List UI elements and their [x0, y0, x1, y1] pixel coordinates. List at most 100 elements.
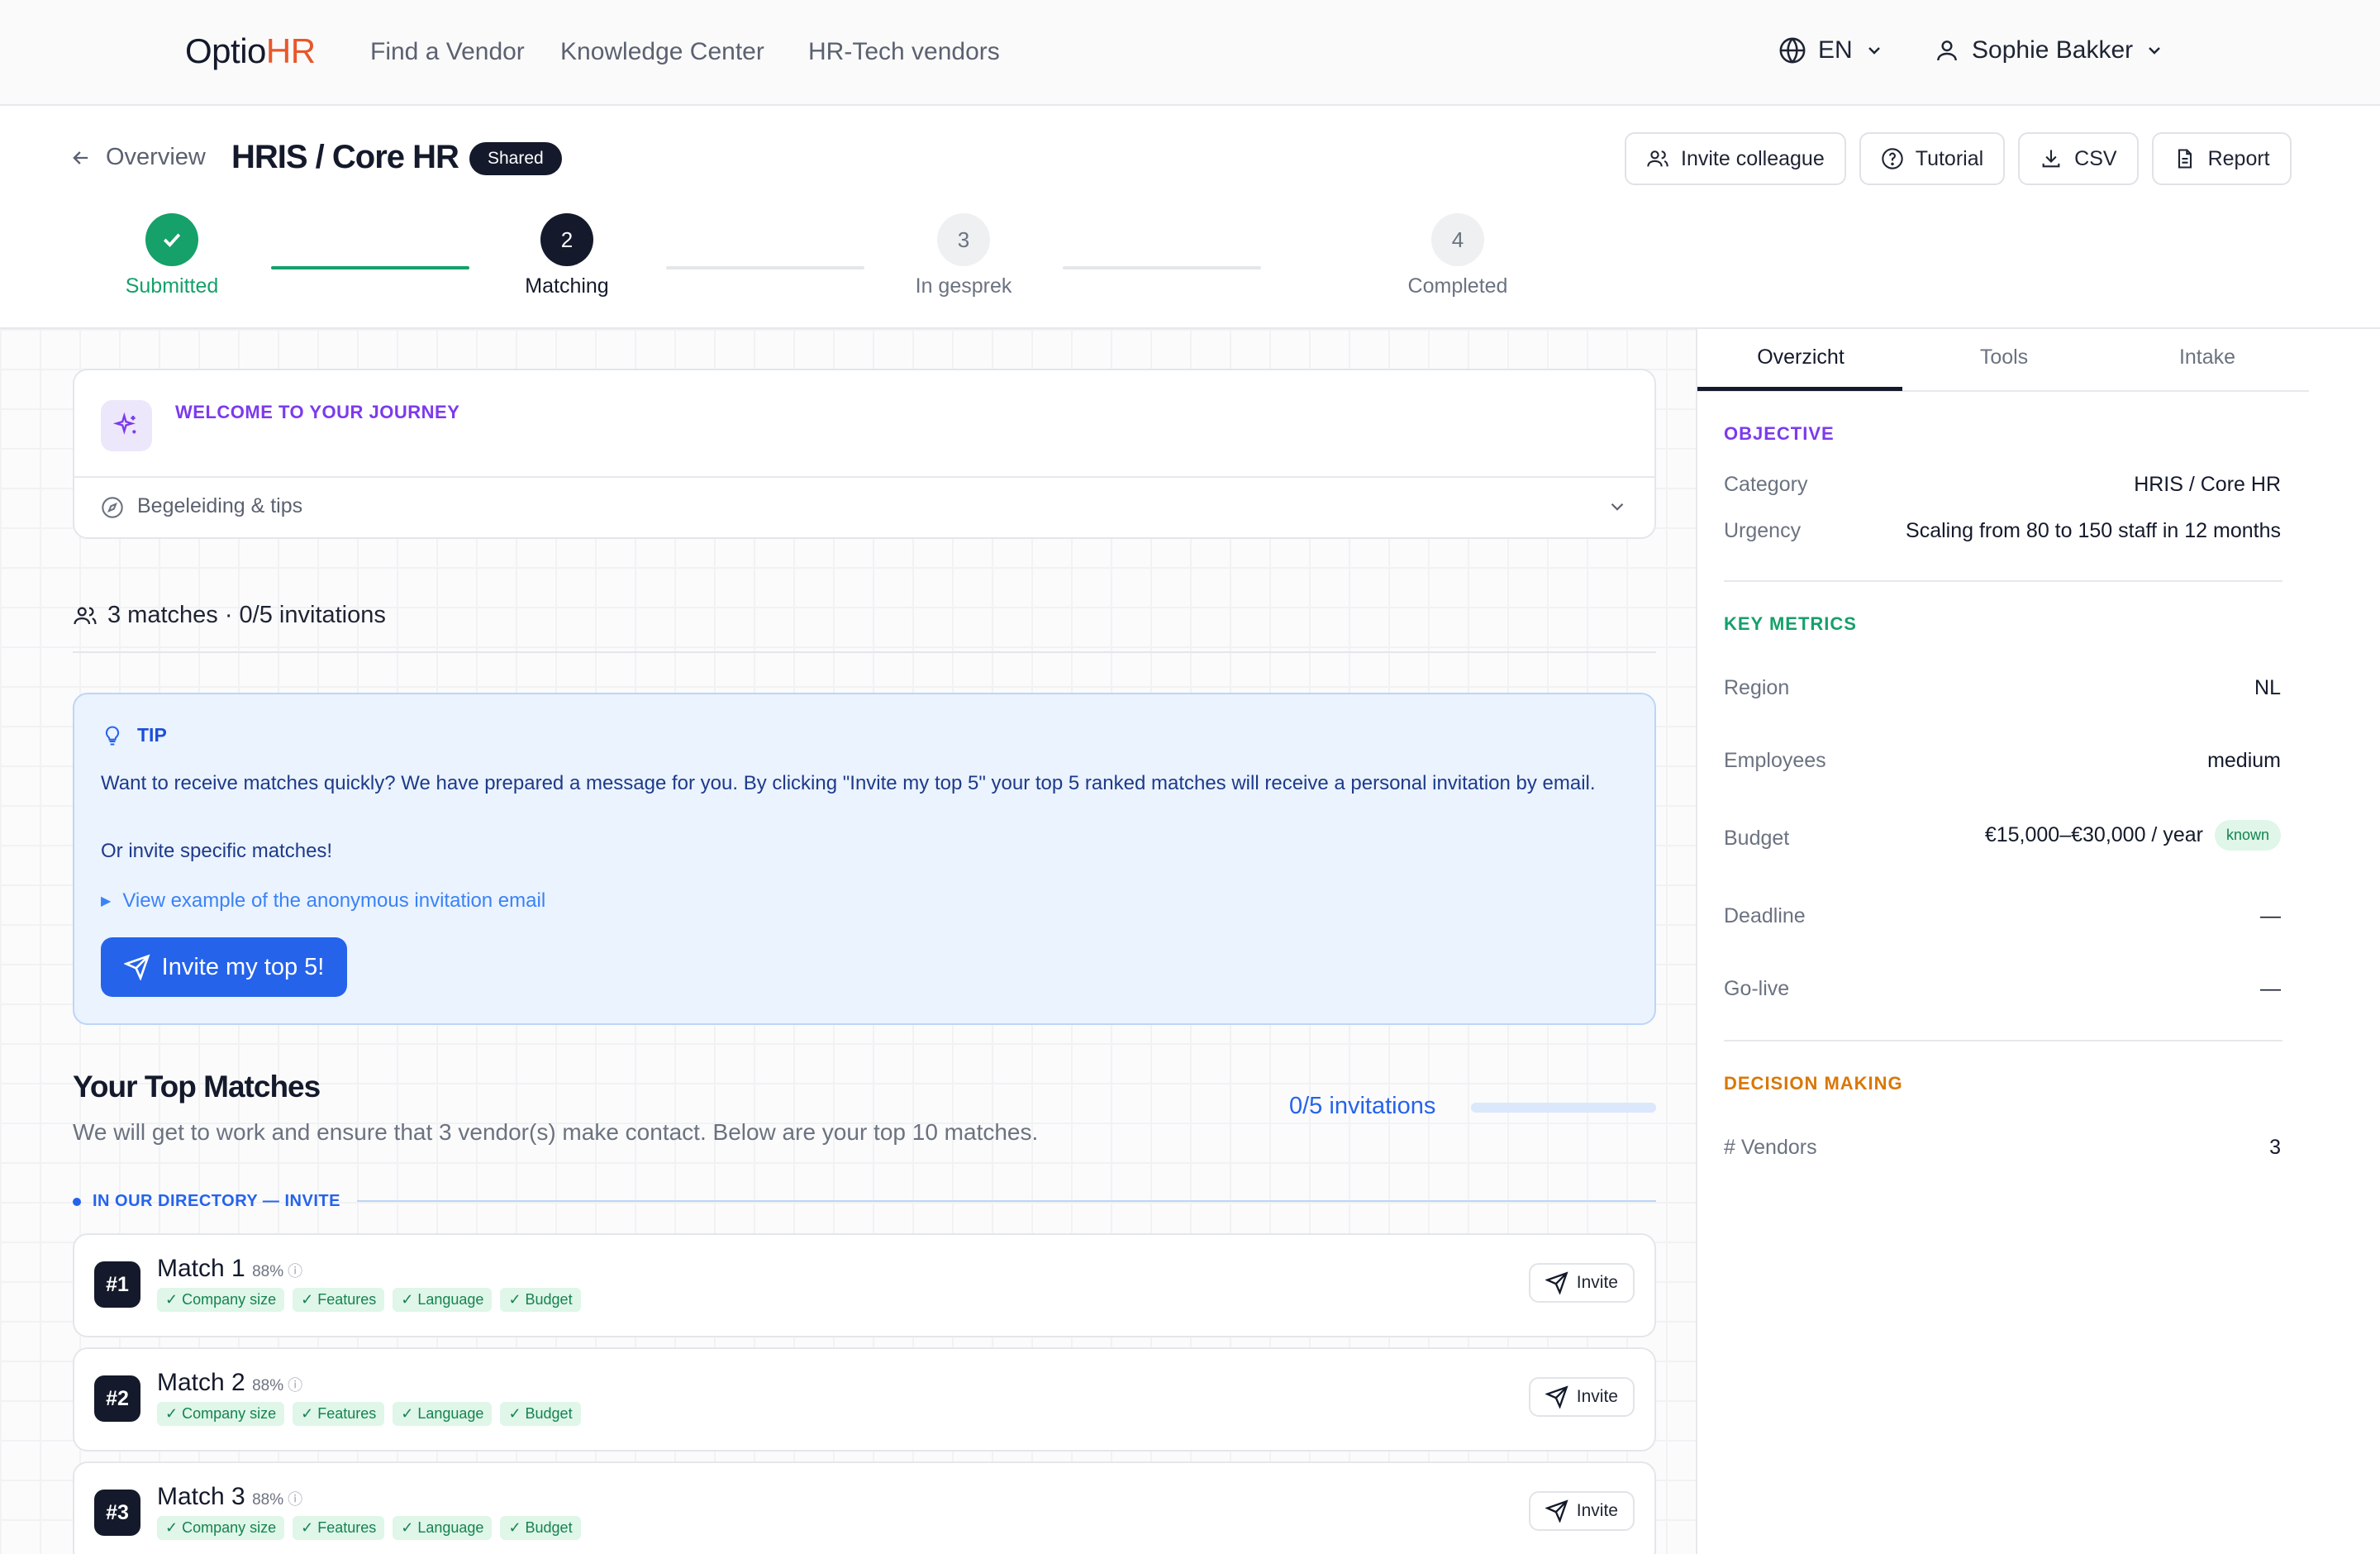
- report-label: Report: [2207, 146, 2270, 170]
- top-navigation-bar: OptioHR Find a Vendor Knowledge Center H…: [0, 0, 2380, 106]
- invite-button[interactable]: Invite: [1528, 1263, 1635, 1303]
- match-row[interactable]: #3 Match 3 88% ⓘ ✓ Company size ✓ Feature…: [73, 1461, 1656, 1554]
- step-matching-number: 2: [540, 213, 593, 266]
- chevron-down-icon: [1864, 41, 1884, 60]
- send-icon: [1545, 1271, 1568, 1294]
- region-value: NL: [2254, 676, 2281, 699]
- user-menu[interactable]: Sophie Bakker: [1934, 36, 2164, 64]
- invite-colleague-button[interactable]: Invite colleague: [1625, 132, 1846, 185]
- matches-summary-text: 3 matches · 0/5 invitations: [107, 602, 386, 628]
- tip-text-secondary: Or invite specific matches!: [101, 840, 333, 862]
- urgency-label: Urgency: [1724, 519, 1802, 542]
- nav-hr-tech-vendors[interactable]: HR-Tech vendors: [808, 38, 1000, 66]
- match-score: 88%: [252, 1263, 284, 1280]
- step-matching-label: Matching: [525, 274, 609, 298]
- invite-top-5-button[interactable]: Invite my top 5!: [101, 937, 347, 997]
- guidance-label: Begeleiding & tips: [137, 494, 303, 517]
- tab-overzicht[interactable]: Overzicht: [1699, 346, 1902, 369]
- send-icon: [123, 954, 150, 980]
- guidance-tips-toggle[interactable]: Begeleiding & tips: [74, 478, 1654, 537]
- nav-find-vendor[interactable]: Find a Vendor: [370, 38, 525, 66]
- section-divider: [1724, 580, 2282, 582]
- criteria-chip: ✓ Company size: [157, 1516, 285, 1540]
- vendors-count-label: # Vendors: [1724, 1136, 1817, 1159]
- match-name: Match 1: [157, 1255, 245, 1282]
- welcome-title: WELCOME TO YOUR JOURNEY: [175, 402, 460, 422]
- info-icon[interactable]: ⓘ: [283, 1491, 302, 1508]
- info-icon[interactable]: ⓘ: [283, 1377, 302, 1394]
- nav-knowledge-center[interactable]: Knowledge Center: [560, 38, 764, 66]
- brand-name-accent: HR: [265, 31, 316, 70]
- criteria-chip: ✓ Features: [293, 1402, 385, 1426]
- match-name: Match 2: [157, 1369, 245, 1396]
- invite-colleague-label: Invite colleague: [1681, 146, 1825, 170]
- match-row[interactable]: #1 Match 1 88% ⓘ ✓ Company size ✓ Feature…: [73, 1233, 1656, 1337]
- tip-title: TIP: [137, 724, 167, 746]
- send-icon: [1545, 1499, 1568, 1523]
- match-row[interactable]: #2 Match 2 88% ⓘ ✓ Company size ✓ Feature…: [73, 1347, 1656, 1452]
- step-connector: [1063, 266, 1261, 269]
- tab-intake[interactable]: Intake: [2106, 346, 2309, 369]
- directory-divider: [357, 1200, 1656, 1202]
- globe-icon: [1778, 36, 1806, 64]
- match-name-line: Match 2 88% ⓘ: [157, 1369, 302, 1397]
- rank-badge: #1: [94, 1261, 140, 1308]
- criteria-chip: ✓ Company size: [157, 1288, 285, 1312]
- section-divider: [1724, 1040, 2282, 1042]
- criteria-chips: ✓ Company size ✓ Features ✓ Language ✓ Budg…: [157, 1288, 589, 1312]
- shared-badge: Shared: [469, 142, 562, 175]
- brand-logo[interactable]: OptioHR: [185, 31, 316, 71]
- language-code: EN: [1818, 36, 1853, 64]
- page-title: HRIS / Core HR: [231, 139, 459, 175]
- tab-tools[interactable]: Tools: [1902, 346, 2106, 369]
- region-label: Region: [1724, 676, 1790, 699]
- invite-button[interactable]: Invite: [1528, 1491, 1635, 1531]
- back-to-overview-link[interactable]: Overview: [69, 144, 206, 171]
- view-example-email-toggle[interactable]: ▶ View example of the anonymous invitati…: [101, 889, 545, 913]
- tutorial-button[interactable]: Tutorial: [1859, 132, 2006, 185]
- invite-button[interactable]: Invite: [1528, 1377, 1635, 1417]
- progress-stepper: Submitted 2 Matching 3 In gesprek 4 Comp…: [0, 207, 2380, 314]
- criteria-chip: ✓ Budget: [500, 1402, 581, 1426]
- report-button[interactable]: Report: [2151, 132, 2292, 185]
- step-completed-number: 4: [1431, 213, 1484, 266]
- match-name-line: Match 1 88% ⓘ: [157, 1255, 302, 1283]
- language-selector[interactable]: EN: [1778, 36, 1884, 64]
- invite-label: Invite: [1576, 1387, 1618, 1406]
- budget-label: Budget: [1724, 827, 1790, 850]
- csv-button[interactable]: CSV: [2018, 132, 2139, 185]
- compass-icon: [101, 496, 124, 519]
- directory-section-header: IN OUR DIRECTORY — INVITE: [73, 1192, 340, 1211]
- summary-divider: [73, 651, 1656, 653]
- arrow-left-icon: [69, 146, 93, 169]
- criteria-chip: ✓ Language: [393, 1516, 493, 1540]
- invite-label: Invite: [1576, 1501, 1618, 1520]
- tutorial-label: Tutorial: [1915, 146, 1984, 170]
- deadline-value: —: [2260, 904, 2281, 927]
- criteria-chip: ✓ Budget: [500, 1288, 581, 1312]
- send-icon: [1545, 1385, 1568, 1409]
- invitations-progress-label: 0/5 invitations: [1289, 1093, 1436, 1119]
- invite-label: Invite: [1576, 1273, 1618, 1292]
- golive-value: —: [2260, 977, 2281, 1000]
- match-score: 88%: [252, 1377, 284, 1394]
- criteria-chip: ✓ Language: [393, 1402, 493, 1426]
- decision-making-heading: DECISION MAKING: [1724, 1073, 1903, 1094]
- header-actions: Invite colleague Tutorial CSV Report: [1625, 132, 2292, 185]
- top-matches-title: Your Top Matches: [73, 1070, 321, 1104]
- budget-value-group: €15,000–€30,000 / year known: [1985, 820, 2281, 851]
- step-submitted-label: Submitted: [125, 274, 219, 298]
- directory-section-label: IN OUR DIRECTORY — INVITE: [93, 1192, 340, 1210]
- info-icon[interactable]: ⓘ: [283, 1263, 302, 1280]
- rank-badge: #2: [94, 1375, 140, 1422]
- caret-right-icon: ▶: [101, 894, 112, 908]
- back-label: Overview: [106, 144, 206, 170]
- urgency-value: Scaling from 80 to 150 staff in 12 month…: [1906, 519, 2281, 542]
- criteria-chips: ✓ Company size ✓ Features ✓ Language ✓ Budg…: [157, 1516, 589, 1540]
- category-value: HRIS / Core HR: [2134, 473, 2281, 496]
- key-metrics-heading: KEY METRICS: [1724, 613, 1857, 634]
- chevron-down-icon: [1606, 496, 1628, 517]
- help-circle-icon: [1881, 147, 1904, 170]
- file-text-icon: [2173, 147, 2197, 170]
- match-name: Match 3: [157, 1483, 245, 1510]
